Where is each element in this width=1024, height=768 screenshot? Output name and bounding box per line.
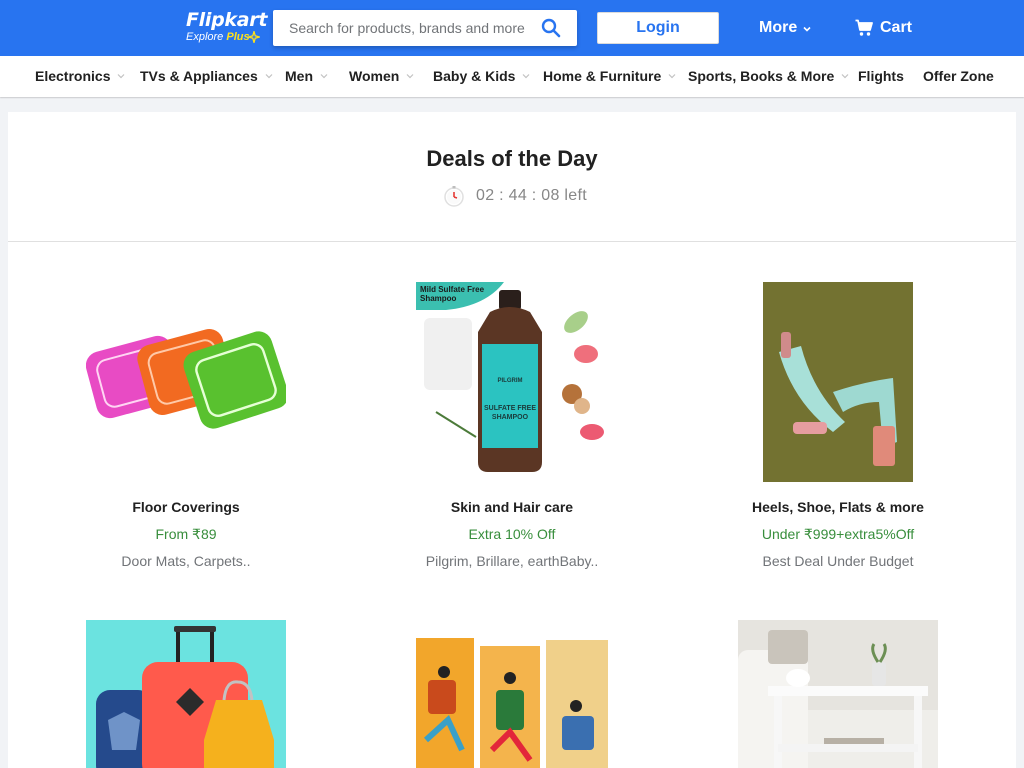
chevron-down-icon bbox=[406, 74, 414, 79]
badge-line-2: Shampoo bbox=[420, 294, 457, 303]
deal-tile-heels-shoes[interactable]: Heels, Shoe, Flats & more Under ₹999+ext… bbox=[688, 282, 988, 572]
chevron-down-icon bbox=[523, 74, 530, 79]
deal-tile-luggage[interactable] bbox=[36, 620, 336, 768]
chevron-down-icon bbox=[118, 74, 125, 79]
chevron-down-icon bbox=[803, 26, 811, 32]
deal-title: Heels, Shoe, Flats & more bbox=[752, 499, 924, 515]
floor-mats-image bbox=[86, 282, 286, 482]
top-header: Flipkart Explore Plus Login More Cart bbox=[0, 0, 1024, 56]
logo-tagline-plus: Plus bbox=[226, 31, 250, 43]
timer-countdown: 02 : 44 : 08 left bbox=[476, 187, 587, 204]
deals-header: Deals of the Day 02 : 44 : 08 left bbox=[8, 112, 1016, 242]
deal-subtitle: Best Deal Under Budget bbox=[762, 553, 914, 569]
cart-label: Cart bbox=[880, 19, 913, 36]
category-label: Men bbox=[285, 68, 313, 84]
badge-line-1: Mild Sulfate Free bbox=[420, 285, 485, 294]
category-label: Home & Furniture bbox=[543, 68, 662, 84]
category-home-furniture[interactable]: Home & Furniture bbox=[543, 67, 676, 85]
chevron-down-icon bbox=[320, 74, 328, 79]
category-label: Women bbox=[349, 68, 400, 84]
logo-tagline-prefix: Explore bbox=[186, 31, 224, 43]
deal-subtitle: Door Mats, Carpets.. bbox=[121, 553, 251, 569]
category-flights[interactable]: Flights bbox=[858, 67, 904, 85]
category-label: Electronics bbox=[35, 68, 111, 84]
plus-star-icon bbox=[248, 31, 260, 43]
category-label: Sports, Books & More bbox=[688, 68, 835, 84]
section-title: Deals of the Day bbox=[426, 146, 598, 171]
deal-tile-furniture[interactable] bbox=[688, 620, 988, 768]
category-baby-kids[interactable]: Baby & Kids bbox=[433, 67, 530, 85]
category-men[interactable]: Men bbox=[285, 67, 328, 85]
tribal-art-paintings-image bbox=[412, 620, 612, 768]
category-label: TVs & Appliances bbox=[140, 68, 258, 84]
white-console-table-image bbox=[738, 620, 938, 768]
deal-subtitle: Pilgrim, Brillare, earthBaby.. bbox=[425, 553, 599, 569]
deals-of-the-day-section: Deals of the Day 02 : 44 : 08 left Floor… bbox=[8, 112, 1016, 768]
category-nav: Electronics TVs & Appliances Men Women B… bbox=[0, 56, 1024, 97]
stopwatch-icon bbox=[444, 186, 464, 207]
bottle-brand: PILGRIM bbox=[498, 378, 523, 384]
deal-tile-skin-hair-care[interactable]: Mild Sulfate Free Shampoo PILGRIM SULFATE F… bbox=[362, 282, 662, 572]
chevron-down-icon bbox=[668, 74, 676, 79]
luggage-bags-image bbox=[86, 620, 286, 768]
chevron-down-icon bbox=[841, 74, 849, 79]
category-sports-books-more[interactable]: Sports, Books & More bbox=[688, 67, 849, 85]
login-button[interactable]: Login bbox=[597, 12, 719, 44]
deal-tile-floor-coverings[interactable]: Floor Coverings From ₹89 Door Mats, Carp… bbox=[36, 282, 336, 572]
flipkart-logo[interactable]: Flipkart Explore Plus bbox=[186, 9, 268, 47]
bottle-label-2: SHAMPOO bbox=[492, 414, 529, 421]
chevron-down-icon bbox=[265, 74, 273, 79]
category-offer-zone[interactable]: Offer Zone bbox=[923, 67, 994, 85]
cart-link[interactable]: Cart bbox=[855, 18, 912, 38]
more-label: More bbox=[759, 19, 798, 36]
shampoo-bottle-image: Mild Sulfate FreeShampoo PILGRIM SULFATE F… bbox=[416, 282, 608, 482]
search-input[interactable] bbox=[273, 10, 533, 46]
search-bar bbox=[273, 10, 577, 46]
logo-text: Flipkart bbox=[186, 9, 268, 31]
search-icon[interactable] bbox=[541, 18, 561, 38]
cart-icon bbox=[855, 19, 873, 36]
deal-title: Floor Coverings bbox=[132, 499, 240, 515]
deal-offer: Extra 10% Off bbox=[468, 526, 556, 542]
more-menu[interactable]: More bbox=[759, 18, 812, 38]
category-electronics[interactable]: Electronics bbox=[35, 67, 125, 85]
deal-tile-paintings[interactable] bbox=[362, 620, 662, 768]
bottle-label-1: SULFATE FREE bbox=[484, 405, 536, 412]
category-label: Flights bbox=[858, 68, 904, 84]
category-tvs-appliances[interactable]: TVs & Appliances bbox=[140, 67, 273, 85]
deal-timer: 02 : 44 : 08 left bbox=[442, 185, 587, 207]
deal-offer: From ₹89 bbox=[155, 526, 217, 542]
category-label: Baby & Kids bbox=[433, 68, 516, 84]
deal-title: Skin and Hair care bbox=[450, 499, 574, 515]
category-label: Offer Zone bbox=[923, 68, 994, 84]
block-heel-sandals-image bbox=[763, 282, 913, 482]
category-women[interactable]: Women bbox=[349, 67, 414, 85]
deal-offer: Under ₹999+extra5%Off bbox=[761, 526, 915, 542]
